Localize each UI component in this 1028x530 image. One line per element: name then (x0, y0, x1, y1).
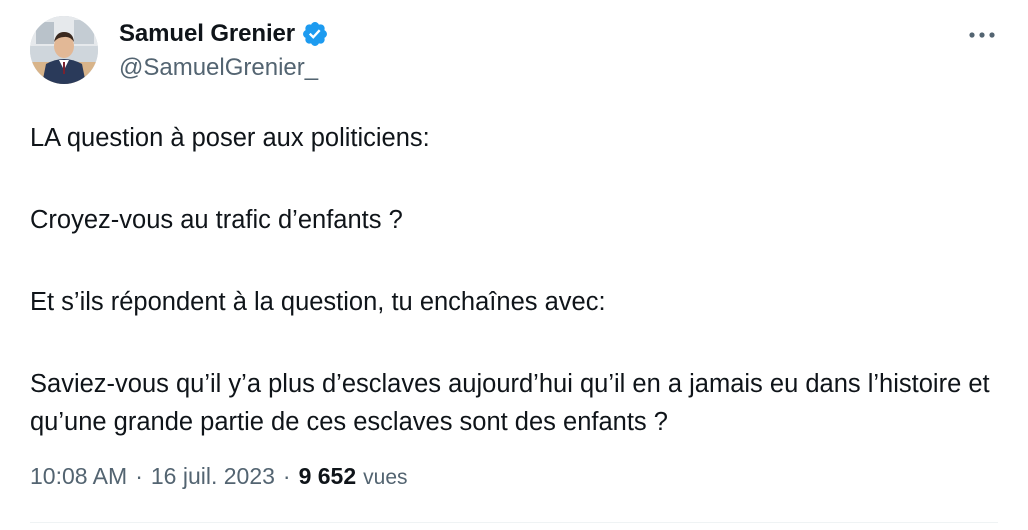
name-row: Samuel Grenier (119, 18, 329, 50)
author-names: Samuel Grenier @SamuelGrenier_ (119, 18, 329, 82)
tweet-paragraph: LA question à poser aux politiciens: (30, 124, 430, 152)
tweet-paragraph: Saviez-vous qu’il y’a plus d’esclaves au… (30, 370, 990, 436)
tweet-card: Samuel Grenier @SamuelGrenier_ LA questi… (0, 0, 1028, 530)
more-horizontal-icon (969, 32, 995, 38)
meta-separator: · (135, 463, 143, 489)
tweet-time[interactable]: 10:08 AM (30, 463, 127, 490)
tweet-paragraph: Et s’ils répondent à la question, tu enc… (30, 288, 606, 316)
avatar[interactable] (30, 16, 98, 84)
tweet-date[interactable]: 16 juil. 2023 (151, 463, 275, 490)
meta-separator: · (282, 463, 291, 489)
views-label: vues (363, 466, 408, 489)
views-count[interactable]: 9 652 (299, 463, 357, 490)
verified-badge-icon[interactable] (301, 20, 329, 48)
more-options-button[interactable] (964, 20, 1000, 50)
divider (30, 522, 998, 523)
author-display-name[interactable]: Samuel Grenier (119, 20, 295, 48)
tweet-header: Samuel Grenier @SamuelGrenier_ (30, 16, 329, 84)
avatar-photo-icon (30, 16, 98, 84)
tweet-text: LA question à poser aux politiciens: Cro… (30, 119, 990, 441)
tweet-paragraph: Croyez-vous au trafic d’enfants ? (30, 206, 403, 234)
tweet-meta: 10:08 AM · 16 juil. 2023 · 9 652 vues (30, 463, 408, 490)
author-handle[interactable]: @SamuelGrenier_ (119, 54, 329, 82)
